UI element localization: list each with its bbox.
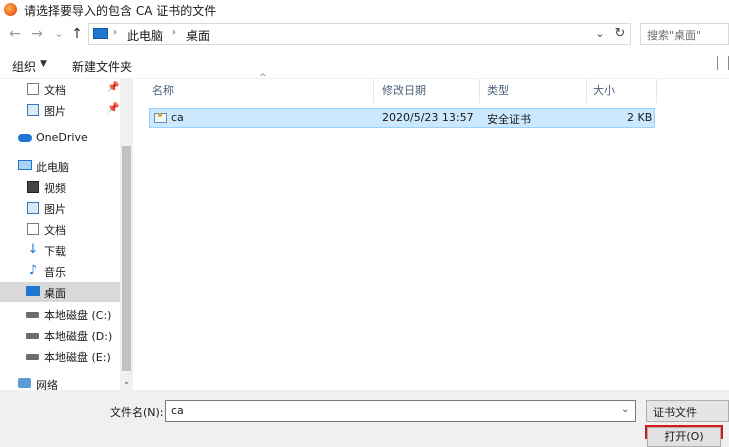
sidebar-item-label: 本地磁盘 (C:) bbox=[44, 309, 112, 322]
sidebar-item-documents[interactable]: 文档 bbox=[0, 219, 120, 239]
sidebar-item-downloads[interactable]: ↓ 下载 bbox=[0, 240, 120, 260]
recent-locations-chevron-icon[interactable]: ⌄ bbox=[50, 25, 68, 43]
organize-caret-icon[interactable]: ▼ bbox=[40, 59, 47, 69]
drive-icon bbox=[26, 333, 39, 339]
window-title: 请选择要导入的包含 CA 证书的文件 bbox=[24, 4, 217, 18]
back-arrow-icon[interactable]: ← bbox=[6, 25, 24, 43]
sidebar-item-drive-c[interactable]: 本地磁盘 (C:) bbox=[0, 304, 120, 324]
pc-icon bbox=[18, 160, 32, 170]
sidebar-item-label: 下载 bbox=[44, 245, 66, 258]
sidebar-item-label: 图片 bbox=[44, 203, 66, 216]
navigation-pane: 文档 📌 图片 📌 OneDrive 此电脑 视频 图片 文档 ↓ 下载 ♪ 音… bbox=[0, 79, 133, 392]
sidebar-item-this-pc[interactable]: 此电脑 bbox=[0, 156, 120, 176]
cloud-icon bbox=[18, 134, 32, 142]
sort-caret-icon: ^ bbox=[259, 73, 267, 83]
filename-field[interactable]: ca ⌄ bbox=[165, 400, 636, 422]
music-note-icon: ♪ bbox=[28, 263, 38, 278]
pin-icon[interactable]: 📌 bbox=[107, 103, 119, 114]
filename-label: 文件名(N): bbox=[110, 406, 164, 419]
search-box[interactable]: 搜索"桌面" bbox=[640, 23, 729, 45]
sidebar-item-pictures[interactable]: 图片 bbox=[0, 198, 120, 218]
sidebar-item-label: 文档 bbox=[44, 224, 66, 237]
download-arrow-icon: ↓ bbox=[27, 242, 39, 257]
breadcrumb-this-pc[interactable]: 此电脑 bbox=[127, 27, 163, 44]
navigation-bar: ← → ⌄ ↑ › 此电脑 › 桌面 ⌄ ↻ 搜索"桌面" bbox=[0, 22, 729, 48]
column-header-modified[interactable]: 修改日期 bbox=[382, 79, 426, 103]
organize-button[interactable]: 组织 bbox=[12, 58, 36, 75]
column-divider[interactable] bbox=[373, 79, 374, 103]
column-header-name[interactable]: 名称 bbox=[152, 79, 174, 103]
refresh-icon[interactable]: ↻ bbox=[612, 26, 628, 42]
sidebar-item-label: 图片 bbox=[44, 105, 66, 118]
sidebar-item-drive-e[interactable]: 本地磁盘 (E:) bbox=[0, 346, 120, 366]
pin-icon[interactable]: 📌 bbox=[107, 82, 119, 93]
certificate-seal-icon bbox=[158, 113, 162, 117]
title-bar: 请选择要导入的包含 CA 证书的文件 bbox=[0, 0, 729, 20]
new-folder-button[interactable]: 新建文件夹 bbox=[72, 58, 132, 75]
network-icon bbox=[18, 378, 31, 388]
file-modified: 2020/5/23 13:57 bbox=[382, 111, 474, 124]
sidebar-item-onedrive[interactable]: OneDrive bbox=[0, 128, 120, 148]
filename-dropdown-chevron-icon[interactable]: ⌄ bbox=[621, 404, 629, 415]
pc-icon bbox=[93, 28, 108, 39]
breadcrumb-separator-icon[interactable]: › bbox=[172, 27, 176, 38]
sidebar-item-label: 本地磁盘 (E:) bbox=[44, 351, 111, 364]
address-bar[interactable]: › 此电脑 › 桌面 ⌄ ↻ bbox=[88, 23, 631, 45]
open-button-highlight-box bbox=[645, 425, 723, 439]
file-list: ^ 名称 修改日期 类型 大小 ca 2020/5/23 13:57 安全证书 … bbox=[135, 73, 729, 390]
sidebar-scrollbar[interactable]: ⌄ bbox=[120, 79, 133, 390]
drive-icon bbox=[26, 354, 39, 360]
drive-icon bbox=[26, 312, 39, 318]
view-options-icon[interactable] bbox=[717, 56, 729, 70]
breadcrumb-separator-icon[interactable]: › bbox=[113, 27, 117, 38]
column-header-type[interactable]: 类型 bbox=[487, 79, 509, 103]
document-icon bbox=[27, 83, 39, 95]
forward-arrow-icon[interactable]: → bbox=[28, 25, 46, 43]
picture-icon bbox=[27, 104, 39, 116]
column-divider[interactable] bbox=[586, 79, 587, 103]
sidebar-item-label: OneDrive bbox=[36, 131, 88, 144]
sidebar-item-videos[interactable]: 视频 bbox=[0, 177, 120, 197]
column-divider[interactable] bbox=[479, 79, 480, 103]
sidebar-item-desktop[interactable]: 桌面 bbox=[0, 282, 120, 302]
breadcrumb-desktop[interactable]: 桌面 bbox=[186, 27, 210, 44]
sidebar-item-label: 视频 bbox=[44, 182, 66, 195]
sidebar-item-label: 此电脑 bbox=[36, 161, 69, 174]
sidebar-item-label: 音乐 bbox=[44, 266, 66, 279]
sidebar-item-label: 文档 bbox=[44, 84, 66, 97]
scroll-down-chevron-icon[interactable]: ⌄ bbox=[120, 375, 133, 389]
dialog-footer: 文件名(N): ca ⌄ 证书文件 打开(O) bbox=[0, 390, 729, 447]
file-size: 2 KB bbox=[627, 111, 653, 124]
column-divider[interactable] bbox=[656, 79, 657, 103]
sidebar-item-pictures-pinned[interactable]: 图片 📌 bbox=[0, 100, 120, 120]
desktop-icon bbox=[26, 286, 40, 296]
table-row[interactable]: ca 2020/5/23 13:57 安全证书 2 KB bbox=[149, 108, 655, 128]
firefox-icon bbox=[4, 3, 17, 16]
sidebar-item-label: 本地磁盘 (D:) bbox=[44, 330, 113, 343]
sidebar-item-label: 桌面 bbox=[44, 287, 66, 300]
sidebar-item-drive-d[interactable]: 本地磁盘 (D:) bbox=[0, 325, 120, 345]
address-dropdown-icon[interactable]: ⌄ bbox=[592, 26, 608, 42]
search-input[interactable]: 搜索"桌面" bbox=[647, 27, 701, 43]
file-name: ca bbox=[171, 111, 184, 124]
toolbar: 组织 ▼ 新建文件夹 bbox=[0, 52, 729, 79]
video-icon bbox=[27, 181, 39, 193]
document-icon bbox=[27, 223, 39, 235]
up-arrow-icon[interactable]: ↑ bbox=[68, 25, 86, 43]
filetype-value[interactable]: 证书文件 bbox=[653, 404, 697, 420]
sidebar-scrollbar-thumb[interactable] bbox=[122, 146, 131, 371]
file-type: 安全证书 bbox=[487, 113, 531, 126]
filename-value[interactable]: ca bbox=[171, 404, 184, 417]
column-header-size[interactable]: 大小 bbox=[593, 79, 615, 103]
sidebar-item-music[interactable]: ♪ 音乐 bbox=[0, 261, 120, 281]
picture-icon bbox=[27, 202, 39, 214]
sidebar-item-documents-pinned[interactable]: 文档 📌 bbox=[0, 79, 120, 99]
filetype-select[interactable]: 证书文件 bbox=[646, 400, 729, 422]
